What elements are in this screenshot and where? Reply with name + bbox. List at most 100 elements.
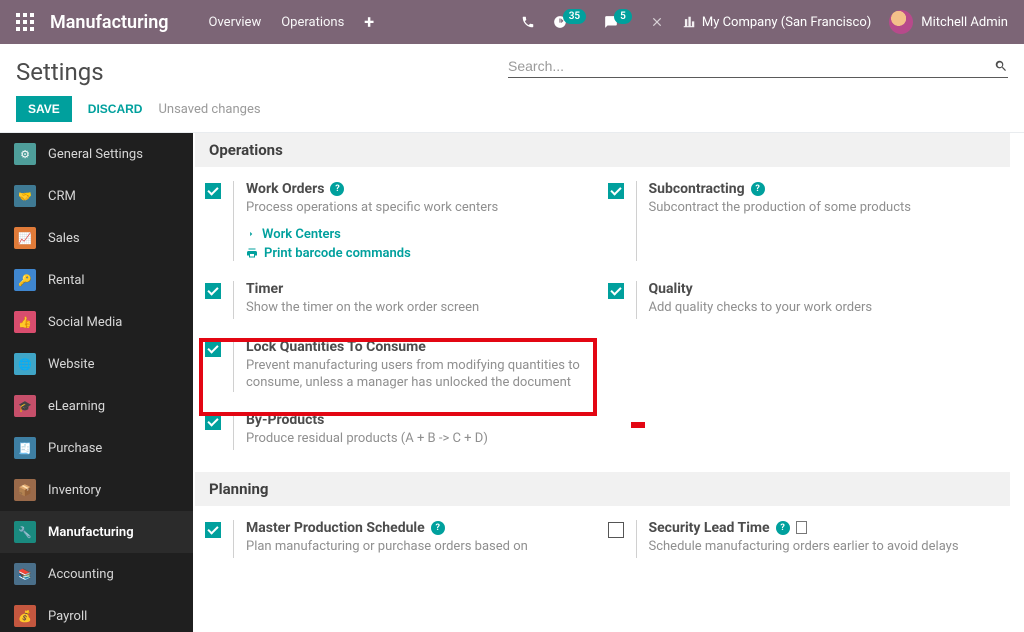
phone-icon[interactable] — [521, 15, 535, 29]
setting-title: Security Lead Time — [649, 520, 770, 536]
messages-badge: 5 — [614, 9, 632, 24]
sidebar-item-label: Inventory — [48, 483, 101, 498]
section-planning-heading: Planning — [195, 472, 1010, 506]
cart-icon: 🧾 — [14, 437, 36, 459]
company-name: My Company (San Francisco) — [702, 15, 871, 30]
activities-button[interactable]: 35 — [553, 15, 586, 30]
help-icon[interactable]: ? — [431, 521, 445, 535]
setting-desc: Schedule manufacturing orders earlier to… — [649, 538, 1001, 556]
wrench-icon: 🔧 — [14, 521, 36, 543]
mps-checkbox[interactable] — [205, 522, 221, 538]
sidebar-item-label: eLearning — [48, 399, 105, 414]
money-icon: 💰 — [14, 605, 36, 627]
nav-operations[interactable]: Operations — [281, 15, 344, 30]
setting-desc: Plan manufacturing or purchase orders ba… — [246, 538, 598, 556]
sidebar-item-rental[interactable]: 🔑Rental — [0, 259, 193, 301]
lock-quantities-checkbox[interactable] — [205, 341, 221, 357]
thumb-icon: 👍 — [14, 311, 36, 333]
search-input[interactable] — [508, 58, 994, 74]
setting-title: Work Orders — [246, 181, 324, 197]
setting-work-orders: Work Orders? Process operations at speci… — [205, 181, 598, 261]
sidebar-item-crm[interactable]: 🤝 CRM — [0, 175, 193, 217]
setting-security-lead-time: Security Lead Time? Schedule manufacturi… — [608, 520, 1001, 558]
settings-content: Operations Work Orders? Process operatio… — [193, 133, 1024, 632]
sidebar-item-label: Payroll — [48, 609, 87, 624]
setting-title: Lock Quantities To Consume — [246, 339, 426, 355]
page-title: Settings — [16, 58, 261, 86]
nav-overview[interactable]: Overview — [209, 15, 262, 30]
arrow-right-icon — [246, 229, 256, 239]
sidebar-item-inventory[interactable]: 📦 Inventory — [0, 469, 193, 511]
handshake-icon: 🤝 — [14, 185, 36, 207]
chart-icon: 📈 — [14, 227, 36, 249]
sidebar-item-label: Manufacturing — [48, 525, 134, 540]
sidebar-item-elearning[interactable]: 🎓 eLearning — [0, 385, 193, 427]
setting-desc: Show the timer on the work order screen — [246, 299, 598, 317]
link-work-centers[interactable]: Work Centers — [246, 227, 598, 242]
sidebar-item-label: Social Media — [48, 315, 122, 330]
quality-checkbox[interactable] — [608, 283, 624, 299]
gear-icon: ⚙ — [14, 143, 36, 165]
setting-desc: Produce residual products (A + B -> C + … — [246, 430, 598, 448]
byproducts-checkbox[interactable] — [205, 414, 221, 430]
print-icon — [246, 247, 258, 259]
sidebar-item-accounting[interactable]: 📚Accounting — [0, 553, 193, 595]
security-lead-time-checkbox[interactable] — [608, 522, 624, 538]
setting-title: Master Production Schedule — [246, 520, 425, 536]
settings-sidebar: ⚙ General Settings 🤝 CRM 📈 Sales 🔑Rental 👍 S… — [0, 133, 193, 632]
activities-badge: 35 — [563, 9, 586, 24]
close-icon[interactable] — [650, 15, 664, 29]
setting-title: Timer — [246, 281, 283, 297]
sidebar-item-social-media[interactable]: 👍 Social Media — [0, 301, 193, 343]
work-orders-checkbox[interactable] — [205, 183, 221, 199]
link-print-barcode[interactable]: Print barcode commands — [246, 246, 598, 261]
user-menu[interactable]: Mitchell Admin — [889, 10, 1008, 34]
unsaved-indicator: Unsaved changes — [158, 102, 260, 117]
sidebar-item-manufacturing[interactable]: 🔧 Manufacturing — [0, 511, 193, 553]
setting-title: Quality — [649, 281, 693, 297]
annotation-dash — [631, 422, 645, 428]
messages-button[interactable]: 5 — [604, 15, 632, 30]
setting-subcontracting: Subcontracting? Subcontract the producti… — [608, 181, 1001, 261]
top-navbar: Manufacturing Overview Operations + 35 5… — [0, 0, 1024, 44]
subcontracting-checkbox[interactable] — [608, 183, 624, 199]
section-operations-heading: Operations — [195, 133, 1010, 167]
sidebar-item-general-settings[interactable]: ⚙ General Settings — [0, 133, 193, 175]
company-selector[interactable]: My Company (San Francisco) — [682, 15, 871, 30]
user-name: Mitchell Admin — [921, 15, 1008, 30]
document-icon[interactable] — [796, 521, 807, 534]
setting-desc: Process operations at specific work cent… — [246, 199, 598, 217]
help-icon[interactable]: ? — [330, 182, 344, 196]
timer-checkbox[interactable] — [205, 283, 221, 299]
sidebar-item-label: Rental — [48, 273, 85, 288]
sidebar-item-website[interactable]: 🌐 Website — [0, 343, 193, 385]
sidebar-item-purchase[interactable]: 🧾Purchase — [0, 427, 193, 469]
sidebar-item-label: Sales — [48, 231, 80, 246]
search-bar[interactable] — [508, 58, 1008, 78]
search-icon[interactable] — [994, 59, 1008, 73]
sidebar-item-payroll[interactable]: 💰 Payroll — [0, 595, 193, 632]
box-icon: 📦 — [14, 479, 36, 501]
discard-button[interactable]: DISCARD — [88, 102, 143, 116]
sidebar-item-label: Website — [48, 357, 95, 372]
apps-menu-icon[interactable] — [16, 13, 34, 31]
sidebar-item-label: CRM — [48, 189, 76, 204]
help-icon[interactable]: ? — [776, 521, 790, 535]
app-title: Manufacturing — [50, 12, 169, 33]
book-icon: 🎓 — [14, 395, 36, 417]
setting-lock-quantities: Lock Quantities To Consume Prevent manuf… — [205, 339, 598, 392]
sidebar-item-label: Accounting — [48, 567, 114, 582]
subheader: Settings SAVE DISCARD Unsaved changes — [0, 44, 1024, 133]
setting-desc: Prevent manufacturing users from modifyi… — [246, 357, 598, 392]
help-icon[interactable]: ? — [751, 182, 765, 196]
sidebar-item-sales[interactable]: 📈 Sales — [0, 217, 193, 259]
sidebar-item-label: General Settings — [48, 147, 143, 162]
setting-desc: Add quality checks to your work orders — [649, 299, 1001, 317]
save-button[interactable]: SAVE — [16, 96, 72, 122]
setting-title: Subcontracting — [649, 181, 745, 197]
setting-title: By-Products — [246, 412, 324, 428]
avatar — [889, 10, 913, 34]
nav-new-icon[interactable]: + — [364, 12, 374, 33]
globe-icon: 🌐 — [14, 353, 36, 375]
setting-quality: Quality Add quality checks to your work … — [608, 281, 1001, 319]
